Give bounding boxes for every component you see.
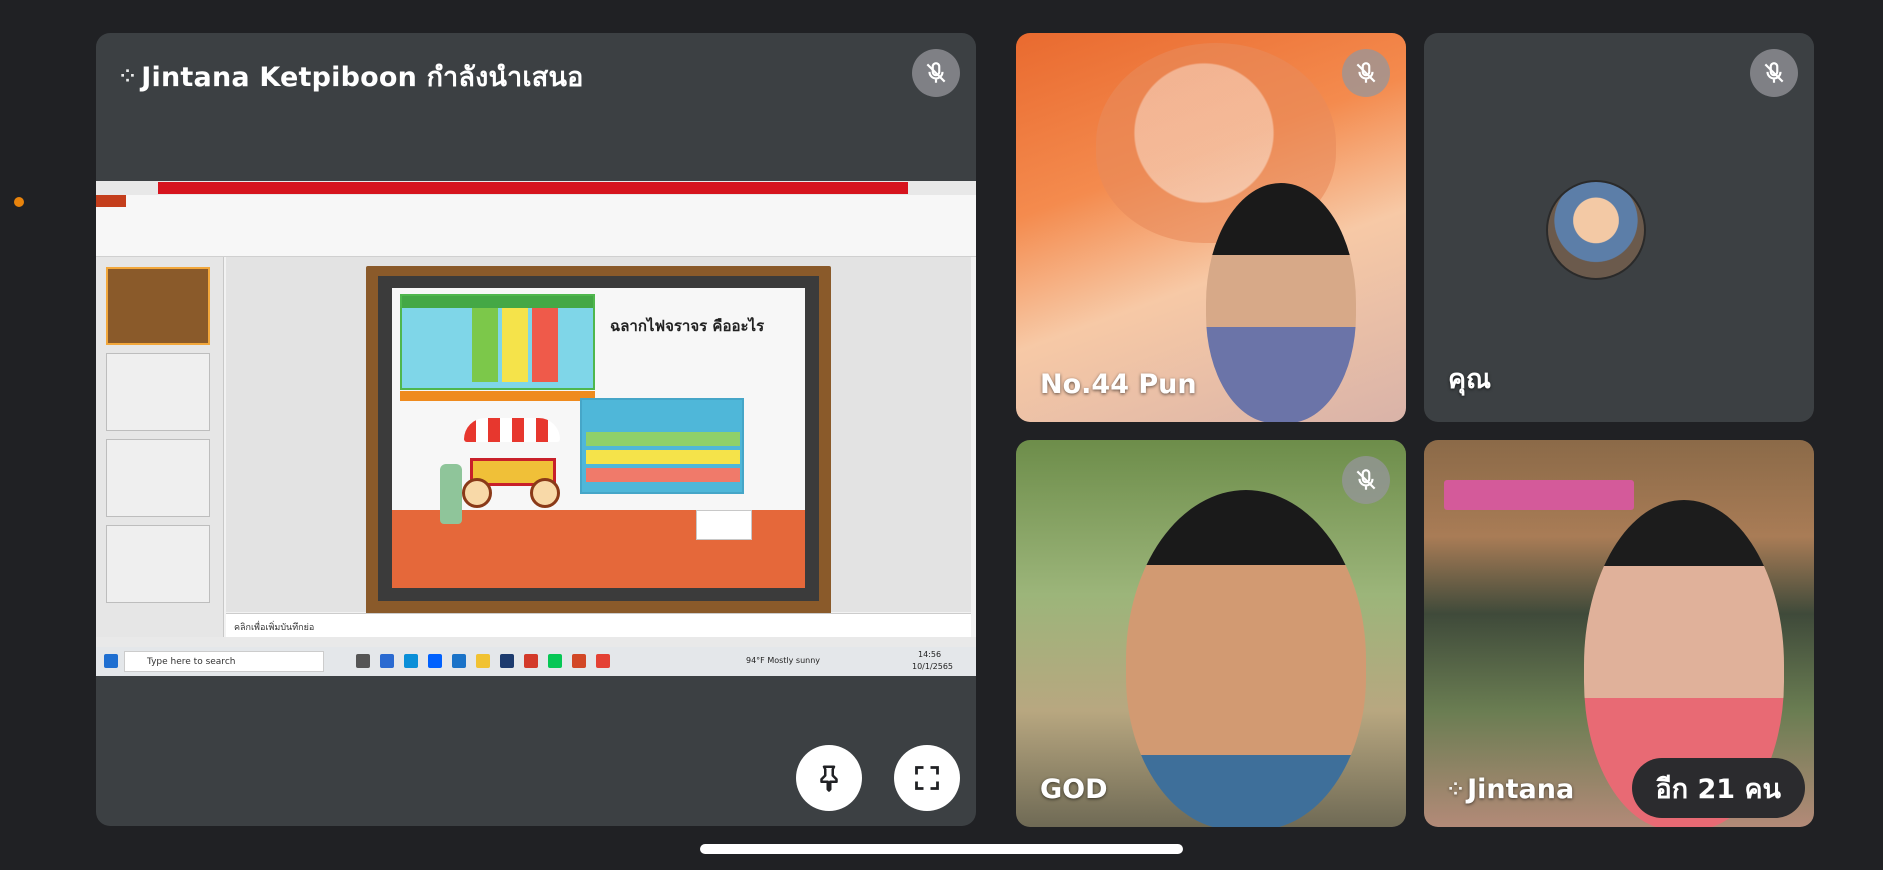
home-indicator[interactable] — [700, 844, 1183, 854]
table-header — [402, 296, 593, 308]
weather-text: 94°F Mostly sunny — [746, 656, 821, 665]
mini-label-table — [696, 510, 752, 540]
app-icon — [524, 654, 538, 668]
slide-thumbnail[interactable] — [106, 525, 210, 603]
participant-tile[interactable]: GOD — [1016, 440, 1406, 827]
more-participants-button[interactable]: อีก 21 คน — [1631, 758, 1805, 818]
mic-off-icon — [1750, 49, 1798, 97]
participant-tile[interactable]: ⁘ Jintana อีก 21 คน — [1424, 440, 1814, 827]
table-footer — [400, 391, 595, 401]
fullscreen-icon — [915, 766, 939, 790]
speaking-indicator-icon: ⁘ — [120, 66, 136, 87]
slide-thumbnail[interactable] — [106, 439, 210, 517]
clock-time: 14:56 — [918, 650, 942, 659]
participant-video — [1206, 183, 1356, 422]
chrome-icon — [596, 654, 610, 668]
recording-indicator-dot — [14, 197, 24, 207]
dropbox-icon — [428, 654, 442, 668]
participant-name: Jintana — [1467, 774, 1575, 805]
info-row-green — [586, 432, 740, 446]
info-row-red — [586, 468, 740, 482]
mic-off-icon — [1342, 456, 1390, 504]
presentation-tile[interactable]: ⁘ Jintana Ketpiboon กำลังนำเสนอ ฉลากไฟจร… — [96, 33, 976, 826]
table-col-yellow — [502, 308, 528, 382]
windows-start-icon — [104, 654, 118, 668]
status-bar — [96, 637, 976, 647]
ribbon-toolbar — [96, 195, 976, 257]
participant-video — [1126, 490, 1366, 827]
mail-icon — [452, 654, 466, 668]
pin-button[interactable] — [796, 745, 862, 811]
info-row-yellow — [586, 450, 740, 464]
slide: ฉลากไฟจราจร คืออะไร — [392, 288, 805, 588]
slide-thumbnail[interactable] — [106, 353, 210, 431]
participant-tile-self[interactable]: คุณ — [1424, 33, 1814, 422]
slide-frame: ฉลากไฟจราจร คืออะไร — [366, 266, 831, 616]
meeting-screen: ⁘ Jintana Ketpiboon กำลังนำเสนอ ฉลากไฟจร… — [0, 0, 1883, 870]
slide-thumbnails — [96, 257, 224, 645]
taskbar-search: Type here to search — [124, 651, 324, 672]
avatar — [1546, 180, 1646, 280]
participant-label: ⁘ Jintana — [1448, 774, 1574, 805]
window-titlebar — [96, 181, 976, 195]
participant-name: GOD — [1040, 774, 1108, 805]
edge-icon — [404, 654, 418, 668]
cart-awning — [464, 418, 560, 442]
mic-off-icon — [1342, 49, 1390, 97]
table-col-green — [472, 308, 498, 382]
pin-icon — [820, 765, 838, 792]
slide-board: ฉลากไฟจราจร คืออะไร — [378, 276, 819, 601]
notes-pane: คลิกเพื่อเพิ่มบันทึกย่อ — [226, 613, 971, 637]
milk-bottle — [440, 464, 462, 524]
fullscreen-button[interactable] — [894, 745, 960, 811]
app-icon — [380, 654, 394, 668]
participant-tile[interactable]: No.44 Pun — [1016, 33, 1406, 422]
app-icon — [500, 654, 514, 668]
cart-wheel — [462, 478, 492, 508]
presenter-title: Jintana Ketpiboon กำลังนำเสนอ — [141, 62, 584, 93]
info-box — [580, 398, 744, 494]
powerpoint-icon — [572, 654, 586, 668]
mic-off-icon — [912, 49, 960, 97]
table-col-red — [532, 308, 558, 382]
file-tab — [96, 195, 126, 207]
cart-wheel — [530, 478, 560, 508]
window-title-highlight — [158, 182, 908, 194]
participant-name: No.44 Pun — [1040, 369, 1197, 400]
windows-taskbar: Type here to search 94°F Mostly sunny 14… — [96, 647, 976, 676]
background-sign — [1444, 480, 1634, 510]
task-view-icon — [356, 654, 370, 668]
slide-thumbnail-active[interactable] — [106, 267, 210, 345]
folder-icon — [476, 654, 490, 668]
slide-heading: ฉลากไฟจราจร คืออะไร — [610, 317, 765, 335]
speaking-indicator-icon: ⁘ — [1448, 779, 1464, 800]
line-icon — [548, 654, 562, 668]
shared-screen: ฉลากไฟจราจร คืออะไร คลิกเพื่อเพิ่มบันทึก… — [96, 181, 976, 676]
presenter-label: ⁘ Jintana Ketpiboon กำลังนำเสนอ — [120, 55, 584, 98]
participant-name: คุณ — [1448, 364, 1492, 395]
clock-date: 10/1/2565 — [912, 662, 954, 671]
nutrition-table — [400, 294, 595, 390]
